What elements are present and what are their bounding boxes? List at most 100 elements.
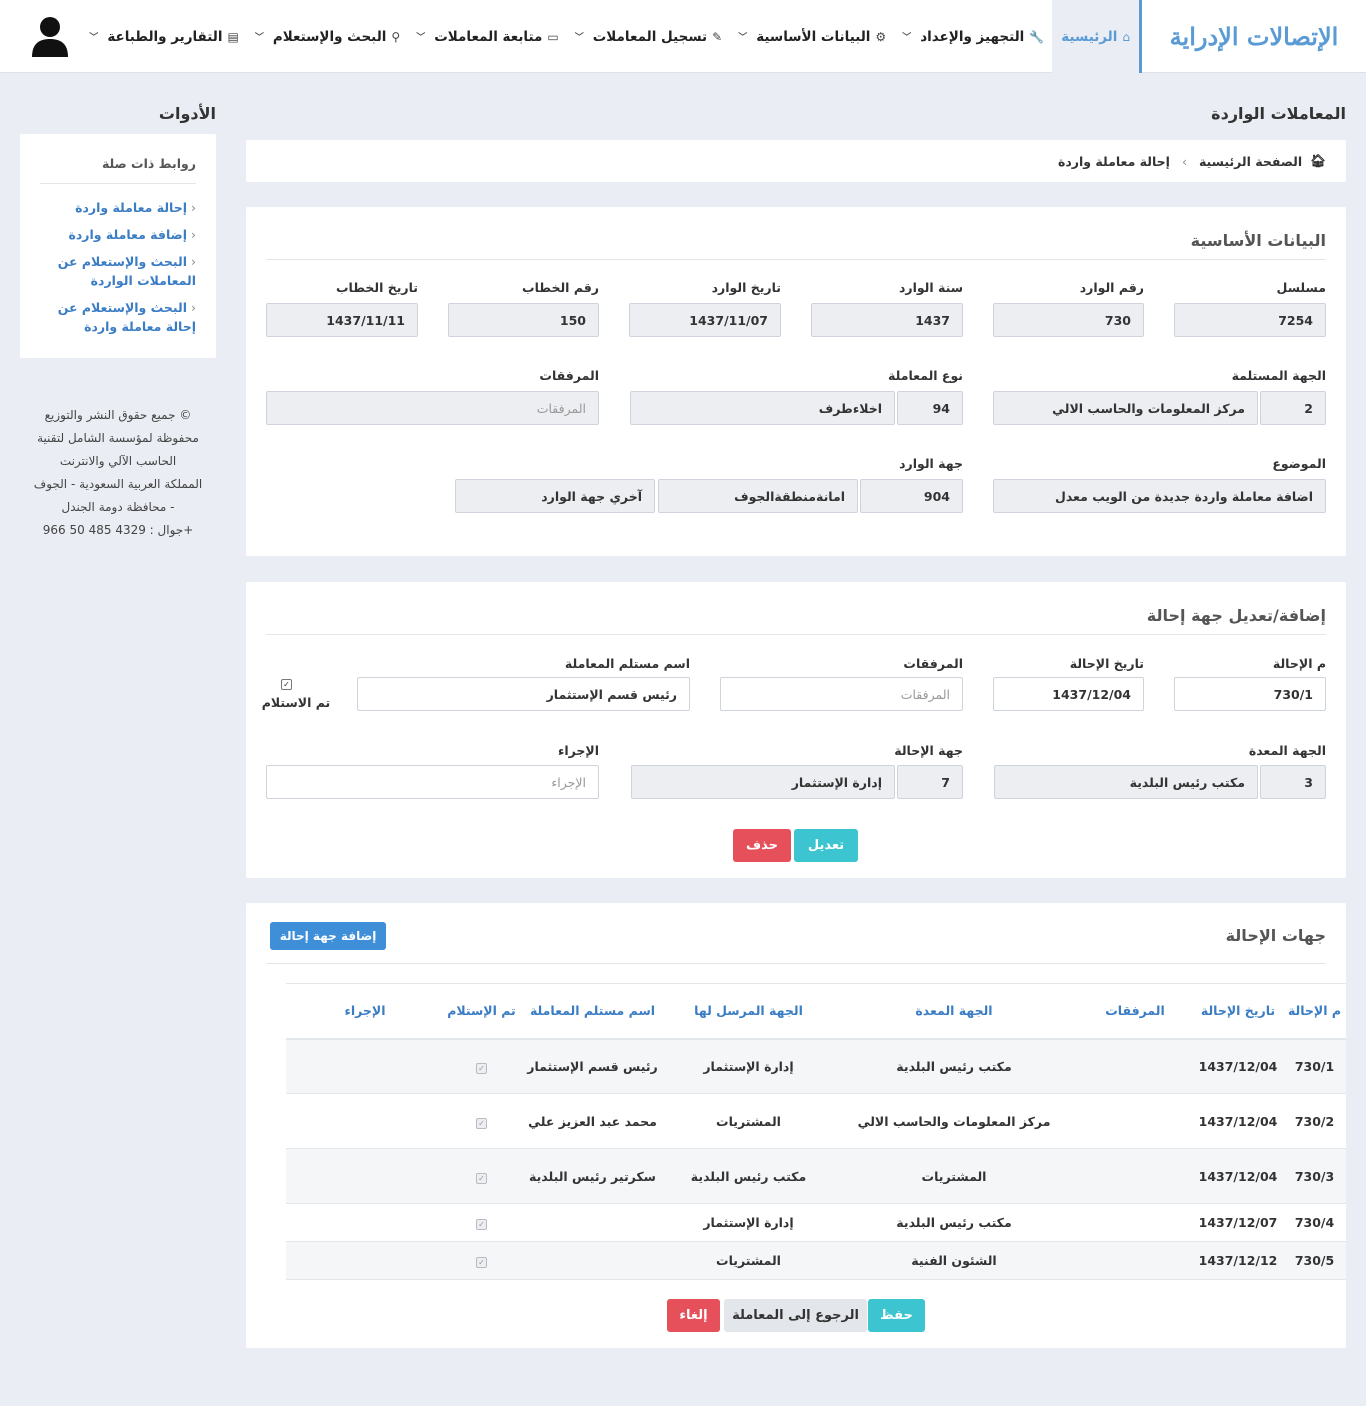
back-to-transaction-button[interactable]: الرجوع إلى المعاملة	[724, 1299, 867, 1332]
nav-register[interactable]: ✎ تسجيل المعاملات ﹀	[567, 0, 731, 73]
nav-basic-data[interactable]: ⚙ البيانات الأساسية ﹀	[730, 0, 894, 73]
receiver-name-field[interactable]: مركز المعلومات والحاسب الالي	[993, 391, 1258, 425]
tools-title: الأدوات	[158, 104, 216, 123]
app-logo[interactable]: الإتصالات الإدراية	[1139, 0, 1366, 73]
recipient-label: اسم مستلم المعاملة	[564, 656, 690, 671]
cell-ref-date: 1437/12/07	[1193, 1203, 1283, 1242]
incoming-no-label: رقم الوارد	[1079, 280, 1144, 295]
table-row[interactable]: 730/3 1437/12/04 المشتريات مكتب رئيس الب…	[286, 1148, 1346, 1204]
nav-follow[interactable]: ▭ متابعة المعاملات ﹀	[408, 0, 567, 73]
prep-name-field[interactable]: مكتب رئيس البلدية	[994, 765, 1258, 799]
cell-destination: مكتب رئيس البلدية	[666, 1148, 831, 1204]
ref-attachments-input[interactable]: المرفقات	[720, 677, 963, 711]
cell-action	[286, 1148, 444, 1204]
chevron-down-icon: ﹀	[738, 33, 748, 43]
source-name-field[interactable]: امانةمنطقةالجوف	[658, 479, 858, 513]
nav-reports[interactable]: ▤ التقارير والطباعة ﹀	[81, 0, 247, 73]
ref-no-label: م الإحالة	[1272, 656, 1326, 671]
dest-name-field[interactable]: إدارة الإستثمار	[631, 765, 895, 799]
incoming-date-label: تاريخ الوارد	[711, 280, 781, 295]
cell-attachments	[1077, 1203, 1193, 1242]
add-referral-button[interactable]: إضافة جهة إحالة	[270, 922, 386, 950]
received-checkbox[interactable]: ✓	[476, 1062, 487, 1074]
col-recipient[interactable]: اسم مستلم المعاملة	[519, 983, 666, 1040]
cell-ref-no: 730/3	[1283, 1148, 1346, 1204]
ref-date-input[interactable]: 1437/12/04	[993, 677, 1144, 711]
copyright-line: الحاسب الآلي والانترنت	[59, 454, 177, 468]
folder-icon: ▭	[547, 29, 559, 44]
col-destination[interactable]: الجهة المرسل لها	[666, 983, 831, 1040]
received-checkbox[interactable]: ✓	[476, 1219, 487, 1230]
col-ref-date[interactable]: تاريخ الإحالة	[1193, 983, 1283, 1040]
link-label: البحث والإستعلام عن إحالة معاملة واردة	[57, 300, 196, 334]
prep-code-field[interactable]: 3	[1260, 765, 1326, 799]
sidebar-link-search-incoming[interactable]: ‹البحث والإستعلام عن المعاملات الواردة	[40, 252, 196, 290]
edit-button[interactable]: تعديل	[794, 829, 858, 862]
incoming-date-field[interactable]: 1437/11/07	[629, 303, 781, 337]
ref-date-label: تاريخ الإحالة	[1069, 656, 1144, 671]
type-code-field[interactable]: 94	[897, 391, 963, 425]
source-code-field[interactable]: 904	[860, 479, 963, 513]
chevron-left-icon: ‹	[191, 254, 196, 269]
letter-date-field[interactable]: 1437/11/11	[266, 303, 418, 337]
copyright-line: المملكة العربية السعودية - الجوف	[33, 477, 203, 491]
table-row[interactable]: 730/5 1437/12/12 الشئون الفنية المشتريات…	[286, 1241, 1346, 1280]
save-button[interactable]: حفظ	[868, 1299, 925, 1332]
type-name-field[interactable]: اخلاءطرف	[630, 391, 895, 425]
copyright-line: © جميع حقوق النشر والتوزيع	[44, 408, 192, 422]
chevron-down-icon: ﹀	[89, 33, 99, 43]
subject-label: الموضوع	[1272, 456, 1326, 471]
received-checkbox[interactable]: ✓	[476, 1117, 487, 1129]
cell-recipient: محمد عبد العزيز علي	[519, 1093, 666, 1149]
action-input[interactable]: الإجراء	[266, 765, 599, 799]
nav-search[interactable]: ⚲ البحث والإستعلام ﹀	[247, 0, 408, 73]
sidebar-link-search-referral[interactable]: ‹البحث والإستعلام عن إحالة معاملة واردة	[40, 298, 196, 336]
sidebar-link-refer-incoming[interactable]: ‹ إحالة معاملة واردة	[40, 198, 196, 217]
cell-prep: الشئون الفنية	[831, 1241, 1077, 1280]
source-other-field[interactable]: آخري جهة الوارد	[455, 479, 655, 513]
received-label: تم الاستلام	[261, 695, 331, 710]
breadcrumb: 🏠︎ الصفحة الرئيسية › إحالة معاملة واردة	[246, 140, 1346, 182]
top-navbar: الإتصالات الإدراية ⌂ الرئيسية 🔧 التجهيز وا…	[0, 0, 1366, 73]
gear-icon: ⚙	[875, 29, 887, 44]
col-action[interactable]: الإجراء	[286, 983, 444, 1040]
table-row[interactable]: 730/4 1437/12/07 مكتب رئيس البلدية إدارة…	[286, 1203, 1346, 1242]
col-received[interactable]: تم الإستلام	[444, 983, 519, 1040]
cell-ref-date: 1437/12/04	[1193, 1038, 1283, 1094]
nav-label: البحث والإستعلام	[272, 28, 387, 45]
sidebar-link-add-incoming[interactable]: ‹ إضافة معاملة واردة	[40, 225, 196, 244]
ref-no-input[interactable]: 730/1	[1174, 677, 1326, 711]
basic-data-title: البيانات الأساسية	[1190, 231, 1326, 250]
col-ref-no[interactable]: م الإحالة	[1283, 983, 1346, 1040]
nav-home[interactable]: ⌂ الرئيسية	[1052, 0, 1139, 73]
col-attachments[interactable]: المرفقات	[1077, 983, 1193, 1040]
col-prep[interactable]: الجهة المعدة	[831, 983, 1077, 1040]
ref-attachments-label: المرفقات	[903, 656, 963, 671]
delete-button[interactable]: حذف	[733, 829, 791, 862]
letter-no-field[interactable]: 150	[448, 303, 599, 337]
recipient-input[interactable]: رئيس قسم الإستثمار	[357, 677, 690, 711]
divider	[266, 963, 1326, 964]
incoming-no-field[interactable]: 730	[993, 303, 1144, 337]
dest-code-field[interactable]: 7	[897, 765, 963, 799]
cell-attachments	[1077, 1241, 1193, 1280]
received-checkbox[interactable]: ✓	[476, 1172, 487, 1184]
table-header-row: م الإحالة تاريخ الإحالة المرفقات الجهة ا…	[286, 983, 1346, 1040]
cancel-button[interactable]: إلغاء	[667, 1299, 720, 1332]
user-avatar-icon[interactable]	[30, 15, 70, 59]
nav-setup[interactable]: 🔧 التجهيز والإعداد ﹀	[894, 0, 1052, 73]
received-checkbox[interactable]: ✓	[476, 1257, 487, 1268]
incoming-year-field[interactable]: 1437	[811, 303, 963, 337]
subject-field[interactable]: اضافة معاملة واردة جديدة من الويب معدل	[993, 479, 1326, 513]
serial-field[interactable]: 7254	[1174, 303, 1326, 337]
breadcrumb-home[interactable]: الصفحة الرئيسية	[1199, 154, 1302, 169]
chevron-down-icon: ﹀	[902, 33, 912, 43]
related-links-panel: روابط ذات صلة ‹ إحالة معاملة واردة ‹ إضافة…	[20, 134, 216, 358]
table-row[interactable]: 730/1 1437/12/04 مكتب رئيس البلدية إدارة…	[286, 1038, 1346, 1094]
receiver-code-field[interactable]: 2	[1260, 391, 1326, 425]
type-label: نوع المعاملة	[888, 368, 963, 383]
received-checkbox[interactable]: ✓	[281, 676, 292, 691]
home-icon[interactable]: 🏠︎	[1310, 153, 1326, 169]
table-row[interactable]: 730/2 1437/12/04 مركز المعلومات والحاسب …	[286, 1093, 1346, 1149]
attachments-field[interactable]: المرفقات	[266, 391, 599, 425]
